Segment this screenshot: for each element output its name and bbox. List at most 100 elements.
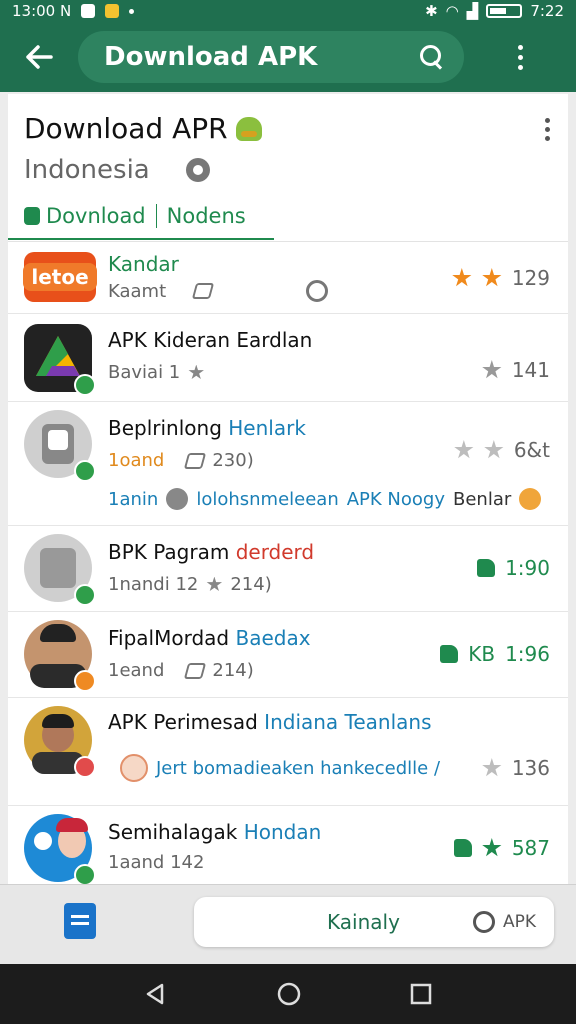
card-header: Download APR Indonesia Dovnload Nodens bbox=[8, 94, 568, 242]
app-bar: Download APK bbox=[0, 22, 576, 92]
list-item[interactable]: Beplrinlong Henlark 1oand 230) 6&t 1anin… bbox=[8, 402, 568, 526]
verified-badge-icon bbox=[74, 460, 96, 482]
row-title: FipalMordad Baedax bbox=[108, 626, 311, 650]
back-button[interactable] bbox=[0, 22, 78, 92]
avatar bbox=[24, 814, 96, 884]
arrow-left-icon bbox=[26, 45, 53, 69]
status-time: 13:00 N bbox=[12, 2, 72, 20]
list-item[interactable]: BPK Pagram derderd 1nandi 12 214) 1:90 bbox=[8, 526, 568, 612]
thumbs-up-icon bbox=[453, 839, 472, 857]
tab-divider bbox=[155, 204, 157, 228]
verified-badge-icon bbox=[74, 864, 96, 884]
row-rating: 141 bbox=[482, 358, 550, 382]
info-icon bbox=[166, 488, 189, 510]
app-bar-title: Download APK bbox=[104, 42, 318, 72]
notification-dot-icon bbox=[129, 8, 135, 14]
list-item[interactable]: APK Perimesad Indiana Teanlans Jert boma… bbox=[8, 698, 568, 806]
tab-download[interactable]: Dovnload bbox=[46, 204, 146, 228]
row-title: APK Perimesad Indiana Teanlans bbox=[108, 710, 432, 734]
app-thumbnail: letoe bbox=[23, 252, 97, 302]
star-icon bbox=[484, 440, 504, 459]
row-subtitle: 1oand 230) bbox=[108, 450, 254, 471]
list-item[interactable]: letoe Kandar Kaamt 129 bbox=[8, 242, 568, 314]
status-badge-icon bbox=[74, 670, 96, 692]
verified-badge-icon bbox=[74, 374, 96, 396]
share-icon[interactable] bbox=[191, 283, 215, 299]
sync-icon bbox=[472, 911, 495, 933]
row-subtitle: 1nandi 12 214) bbox=[108, 574, 272, 595]
tab-nodens[interactable]: Nodens bbox=[167, 204, 246, 228]
row-title: Semihalagak Hondan bbox=[108, 820, 322, 844]
search-bar[interactable]: Download APK bbox=[78, 31, 464, 83]
notification-icon bbox=[81, 4, 96, 18]
star-icon bbox=[482, 838, 502, 857]
card-subtitle: Indonesia bbox=[24, 155, 552, 185]
row-rating: 136 bbox=[482, 756, 550, 780]
row-extra: Jert bomadieaken hankecedlle / bbox=[120, 754, 440, 782]
overflow-menu-button[interactable] bbox=[464, 44, 576, 70]
row-subtitle: Kaamt bbox=[108, 280, 329, 302]
list-item[interactable]: APK Kideran Eardlan Baviai 1 141 bbox=[8, 314, 568, 402]
action-right: APK bbox=[472, 911, 554, 933]
star-icon bbox=[482, 360, 502, 379]
row-rating: 1:90 bbox=[477, 556, 550, 580]
nav-back-icon[interactable] bbox=[144, 982, 168, 1006]
note-icon bbox=[120, 754, 148, 782]
content-card: Download APR Indonesia Dovnload Nodens l… bbox=[8, 94, 568, 884]
thumbnail-text: letoe bbox=[23, 263, 97, 291]
row-rating: 6&t bbox=[454, 438, 550, 462]
more-vert-icon bbox=[517, 44, 523, 70]
status-badge-icon bbox=[74, 756, 96, 778]
search-icon[interactable] bbox=[420, 45, 444, 69]
nav-recents-icon[interactable] bbox=[410, 983, 432, 1005]
star-icon bbox=[482, 758, 502, 777]
gear-icon[interactable] bbox=[185, 158, 210, 182]
bottom-bar: Kainaly APK bbox=[0, 884, 576, 964]
row-rating: 129 bbox=[452, 266, 550, 290]
avatar bbox=[24, 706, 96, 778]
avatar bbox=[24, 620, 96, 692]
card-menu-icon[interactable] bbox=[545, 118, 550, 141]
thumbs-up-icon bbox=[440, 645, 459, 663]
action-button[interactable]: Kainaly APK bbox=[194, 897, 554, 947]
star-outline-icon bbox=[206, 576, 223, 592]
star-icon bbox=[482, 268, 502, 287]
row-rating: KB 1:96 bbox=[440, 642, 550, 666]
action-label: Kainaly bbox=[327, 910, 400, 934]
share-icon[interactable] bbox=[184, 662, 207, 679]
row-subtitle: 1eand 214) bbox=[108, 660, 254, 681]
row-subtitle: 1aand 142 bbox=[108, 852, 205, 873]
wifi-icon: ◠ bbox=[445, 2, 459, 20]
thumbs-up-icon bbox=[477, 559, 496, 577]
row-title: Beplrinlong Henlark bbox=[108, 416, 306, 440]
chat-icon[interactable] bbox=[306, 280, 329, 302]
app-thumbnail bbox=[24, 410, 96, 482]
card-title: Download APR bbox=[24, 112, 552, 145]
share-icon[interactable] bbox=[184, 452, 207, 469]
clipboard-icon[interactable] bbox=[64, 903, 96, 939]
star-icon bbox=[452, 268, 472, 287]
app-thumbnail bbox=[24, 534, 96, 606]
card-subtitle-text: Indonesia bbox=[24, 155, 150, 185]
android-icon bbox=[235, 116, 262, 141]
system-nav-bar bbox=[0, 964, 576, 1024]
row-title: APK Kideran Eardlan bbox=[108, 328, 313, 352]
nav-home-icon[interactable] bbox=[276, 981, 302, 1007]
bluetooth-icon: ✱ bbox=[425, 2, 438, 20]
notification-icon-2 bbox=[105, 4, 120, 18]
star-outline-icon bbox=[188, 364, 204, 380]
badge-icon bbox=[519, 488, 542, 510]
status-bar: 13:00 N ✱ ◠ ▟ 7:22 bbox=[0, 0, 576, 22]
card-title-text: Download APR bbox=[24, 112, 228, 145]
app-thumbnail bbox=[24, 324, 96, 396]
status-clock: 7:22 bbox=[530, 2, 564, 20]
row-extra: 1anin lolohsnmeleean APK Noogy Benlar bbox=[108, 488, 542, 510]
download-icon bbox=[24, 207, 40, 225]
list-item[interactable]: Semihalagak Hondan 1aand 142 587 bbox=[8, 806, 568, 884]
star-icon bbox=[454, 440, 474, 459]
row-rating: 587 bbox=[453, 836, 550, 860]
row-title: Kandar bbox=[108, 252, 179, 276]
battery-icon bbox=[486, 4, 523, 18]
list-item[interactable]: FipalMordad Baedax 1eand 214) KB 1:96 bbox=[8, 612, 568, 698]
row-subtitle: Baviai 1 bbox=[108, 362, 204, 383]
